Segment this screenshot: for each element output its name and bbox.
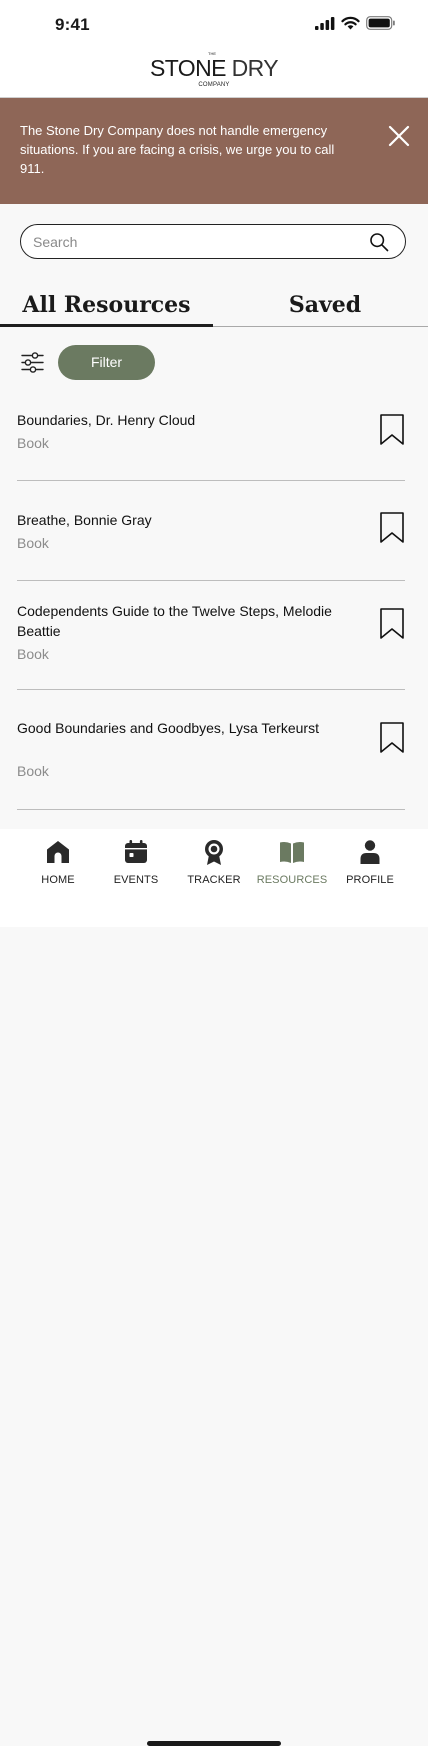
divider xyxy=(17,689,405,690)
tabbar-label: PROFILE xyxy=(346,874,394,886)
signal-icon xyxy=(315,16,335,30)
tabbar-item-home[interactable]: HOME xyxy=(13,838,103,886)
tabbar-item-profile[interactable]: PROFILE xyxy=(325,838,415,886)
resource-type: Book xyxy=(17,763,49,779)
alert-message: The Stone Dry Company does not handle em… xyxy=(20,123,335,176)
tabbar-label: RESOURCES xyxy=(256,874,328,886)
bottom-tab-bar: HOME EVENTS TRACKER RESOURCES PROFILE xyxy=(0,829,428,1746)
filter-button[interactable]: Filter xyxy=(58,345,155,380)
tab-saved[interactable]: Saved xyxy=(222,287,428,325)
person-icon xyxy=(360,840,380,864)
wifi-icon xyxy=(341,16,360,30)
home-icon xyxy=(47,841,69,863)
resource-type: Book xyxy=(17,646,49,662)
resource-tabs: All Resources Saved xyxy=(0,287,428,327)
bookmark-icon[interactable] xyxy=(379,721,405,754)
battery-icon xyxy=(366,16,395,30)
tabbar-item-events[interactable]: EVENTS xyxy=(91,838,181,886)
list-item[interactable]: Codependents Guide to the Twelve Steps, … xyxy=(17,601,405,681)
resource-title: Good Boundaries and Goodbyes, Lysa Terke… xyxy=(17,720,319,736)
logo-wordmark: STONE DRY xyxy=(0,56,428,80)
logo-company: COMPANY xyxy=(198,82,230,88)
list-item[interactable]: Boundaries, Dr. Henry Cloud Book xyxy=(17,410,405,470)
book-icon xyxy=(280,841,304,863)
tabbar-label: HOME xyxy=(41,874,75,886)
resource-title: Boundaries, Dr. Henry Cloud xyxy=(17,412,196,428)
status-icons xyxy=(315,16,396,30)
status-time: 9:41 xyxy=(55,15,90,34)
close-icon[interactable] xyxy=(386,123,412,149)
search-icon[interactable] xyxy=(369,232,389,252)
tabbar-item-resources[interactable]: RESOURCES xyxy=(247,838,337,886)
bookmark-icon[interactable] xyxy=(379,607,405,640)
crisis-alert-banner: The Stone Dry Company does not handle em… xyxy=(0,98,428,204)
home-indicator xyxy=(147,1741,281,1746)
list-item[interactable]: Breathe, Bonnie Gray Book xyxy=(17,510,405,570)
tabbar-label: EVENTS xyxy=(113,874,159,886)
resource-title: Codependents Guide to the Twelve Steps, … xyxy=(17,603,332,639)
divider xyxy=(17,809,405,810)
resource-type: Book xyxy=(17,535,49,551)
calendar-icon xyxy=(125,840,147,863)
tabbar-item-tracker[interactable]: TRACKER xyxy=(169,838,259,886)
divider xyxy=(17,480,405,481)
search-input[interactable] xyxy=(33,230,353,254)
header: 9:41 THE STONE DRY COMPANY xyxy=(0,0,428,98)
logo-brand-light: DRY xyxy=(231,55,279,81)
list-item[interactable]: Good Boundaries and Goodbyes, Lysa Terke… xyxy=(17,718,405,798)
bookmark-icon[interactable] xyxy=(379,413,405,446)
active-tab-indicator xyxy=(0,324,213,327)
logo-brand-bold: STONE xyxy=(150,55,226,81)
resource-type: Book xyxy=(17,435,49,451)
resource-title: Breathe, Bonnie Gray xyxy=(17,512,152,528)
tabbar-label: TRACKER xyxy=(187,874,241,886)
bookmark-icon[interactable] xyxy=(379,511,405,544)
sliders-icon[interactable] xyxy=(20,350,45,375)
divider xyxy=(17,580,405,581)
search-bar xyxy=(20,224,406,259)
award-icon xyxy=(205,840,223,865)
tab-all-resources[interactable]: All Resources xyxy=(0,287,213,325)
